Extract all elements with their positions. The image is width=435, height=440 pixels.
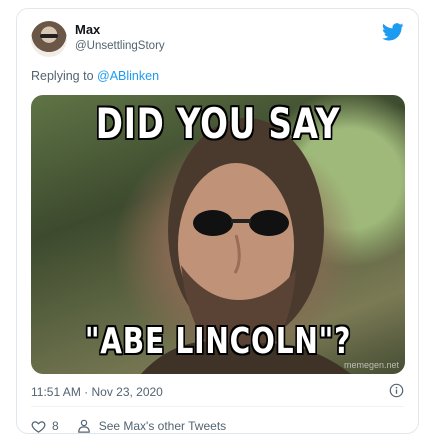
avatar[interactable]: [31, 21, 67, 57]
divider: [31, 406, 404, 407]
author-name[interactable]: Max: [75, 22, 100, 37]
reply-to-link[interactable]: @ABlinken: [97, 69, 159, 83]
tweet-actions: 8 See Max's other Tweets: [31, 417, 226, 435]
info-icon[interactable]: [389, 383, 404, 398]
tweet-timestamp[interactable]: 11:51 AM · Nov 23, 2020: [31, 385, 163, 399]
see-other-tweets-link[interactable]: See Max's other Tweets: [99, 419, 226, 433]
reply-context: Replying to @ABlinken: [31, 69, 159, 83]
meme-watermark: memegen.net: [343, 360, 399, 370]
like-count[interactable]: 8: [52, 419, 59, 433]
meme-bottom-text: "ABE LINCOLN"?: [84, 321, 352, 362]
meme-top-text: DID YOU SAY: [95, 99, 341, 148]
heart-icon[interactable]: [31, 419, 46, 434]
embedded-tweet-card: Max @UnsettlingStory Replying to @ABlink…: [16, 8, 419, 434]
tweet-header: Max @UnsettlingStory: [31, 21, 406, 57]
reply-prefix: Replying to: [31, 69, 98, 83]
meme-image[interactable]: DID YOU SAY "ABE LINCOLN"? memegen.net: [31, 95, 405, 374]
author-handle[interactable]: @UnsettlingStory: [75, 40, 165, 52]
person-icon: [77, 419, 90, 433]
twitter-logo-icon[interactable]: [382, 23, 404, 41]
